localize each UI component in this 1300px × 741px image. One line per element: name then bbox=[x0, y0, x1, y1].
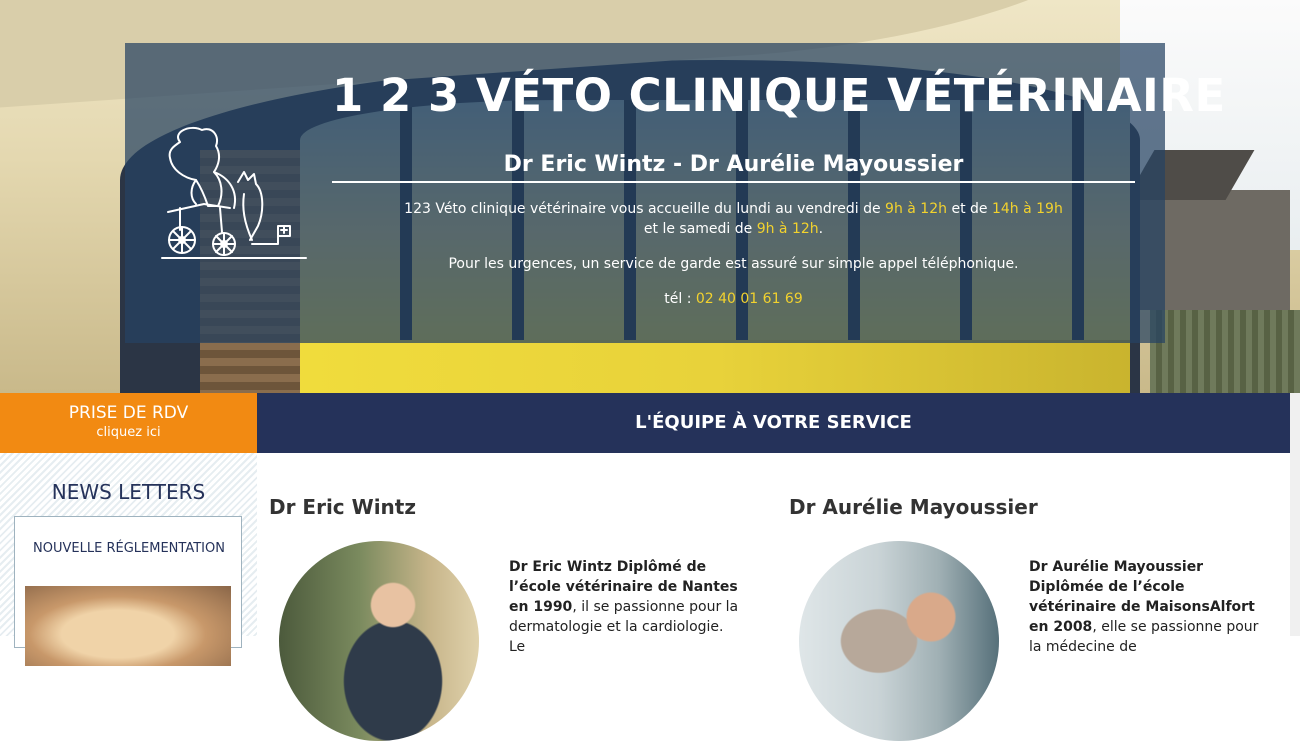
saturday-suffix: . bbox=[818, 221, 824, 237]
opening-hours-text: 123 Véto clinique vétérinaire vous accue… bbox=[332, 199, 1135, 309]
vet-name-aurelie: Dr Aurélie Mayoussier bbox=[789, 495, 1038, 519]
appointment-subtitle: cliquez ici bbox=[96, 425, 161, 440]
hero-banner: 1 2 3 VÉTO CLINIQUE VÉTÉRINAIRE Dr Eric … bbox=[0, 0, 1300, 393]
newsletter-card[interactable]: NOUVELLE RÉGLEMENTATION bbox=[14, 516, 242, 666]
doctors-subtitle: Dr Eric Wintz - Dr Aurélie Mayoussier bbox=[332, 150, 1135, 183]
weekday-hours: 123 Véto clinique vétérinaire vous accue… bbox=[332, 199, 1135, 219]
saturday-time: 9h à 12h bbox=[756, 221, 819, 237]
saturday-hours: et le samedi de 9h à 12h. bbox=[332, 219, 1135, 239]
hero-interior-light bbox=[300, 340, 1130, 393]
hero-fence bbox=[1150, 310, 1300, 393]
appointment-title: PRISE DE RDV bbox=[68, 403, 189, 423]
emergency-text: Pour les urgences, un service de garde e… bbox=[448, 256, 1019, 272]
hours-afternoon: 14h à 19h bbox=[991, 201, 1063, 217]
phone-number[interactable]: 02 40 01 61 69 bbox=[696, 291, 803, 307]
phone-label: tél : bbox=[664, 291, 692, 307]
saturday-prefix: et le samedi de bbox=[643, 221, 753, 237]
newsletter-card-image bbox=[25, 586, 231, 666]
vet-photo-eric bbox=[279, 541, 479, 741]
page-edge bbox=[1290, 393, 1300, 636]
vet-name-eric: Dr Eric Wintz bbox=[269, 495, 416, 519]
hours-intro: 123 Véto clinique vétérinaire vous accue… bbox=[404, 201, 881, 217]
hours-and: et de bbox=[951, 201, 988, 217]
phone-line: tél : 02 40 01 61 69 bbox=[332, 289, 1135, 309]
hours-morning: 9h à 12h bbox=[885, 201, 947, 217]
newsletter-card-title: NOUVELLE RÉGLEMENTATION bbox=[33, 541, 225, 556]
vet-photo-aurelie bbox=[799, 541, 999, 741]
vet-bio-eric: Dr Eric Wintz Diplômé de l’école vétérin… bbox=[509, 557, 744, 657]
page-title: 1 2 3 VÉTO CLINIQUE VÉTÉRINAIRE bbox=[332, 69, 1226, 122]
team-section-header: L'ÉQUIPE À VOTRE SERVICE bbox=[257, 393, 1290, 453]
vet-bio-aurelie: Dr Aurélie Mayoussier Diplômée de l’écol… bbox=[1029, 557, 1274, 657]
appointment-button[interactable]: PRISE DE RDV cliquez ici bbox=[0, 393, 257, 453]
newsletters-title: NEWS LETTERS bbox=[51, 480, 206, 504]
clinic-logo-icon bbox=[161, 126, 307, 259]
